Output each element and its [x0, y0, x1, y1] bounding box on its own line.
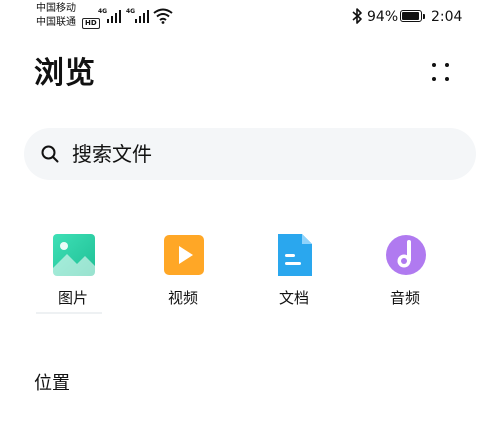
section-title-location: 位置 — [34, 373, 70, 394]
document-icon — [278, 234, 312, 276]
cell-signal-icon: 4G — [126, 9, 150, 23]
wifi-icon — [153, 8, 173, 24]
cell-signal-icon: 4G — [98, 9, 122, 23]
image-icon — [53, 234, 95, 276]
divider — [36, 312, 102, 314]
carrier-name-1: 中国移动 — [36, 3, 76, 14]
category-label: 图片 — [57, 289, 88, 307]
category-documents[interactable]: 文档 — [254, 232, 334, 312]
category-label: 音频 — [389, 289, 420, 307]
carrier-name-2: 中国联通 — [36, 17, 76, 28]
audio-icon — [386, 235, 426, 275]
video-icon — [164, 235, 204, 275]
more-dots-icon — [432, 63, 436, 67]
more-options-button[interactable] — [426, 58, 456, 88]
clock: 2:04 — [431, 9, 463, 25]
search-placeholder: 搜索文件 — [72, 142, 152, 166]
page-title: 浏览 — [34, 56, 96, 91]
category-label: 文档 — [278, 289, 309, 307]
category-images[interactable]: 图片 — [33, 232, 113, 312]
category-videos[interactable]: 视频 — [143, 232, 223, 312]
category-audio[interactable]: 音频 — [365, 232, 445, 312]
bluetooth-icon — [352, 8, 362, 24]
battery-icon — [400, 10, 425, 22]
search-input[interactable]: 搜索文件 — [24, 128, 476, 180]
category-label: 视频 — [167, 289, 198, 307]
status-bar: 中国移动 中国联通 HD 4G 4G 94% 2:04 — [0, 0, 500, 36]
battery-percent: 94% — [367, 9, 399, 25]
search-icon — [41, 145, 59, 163]
